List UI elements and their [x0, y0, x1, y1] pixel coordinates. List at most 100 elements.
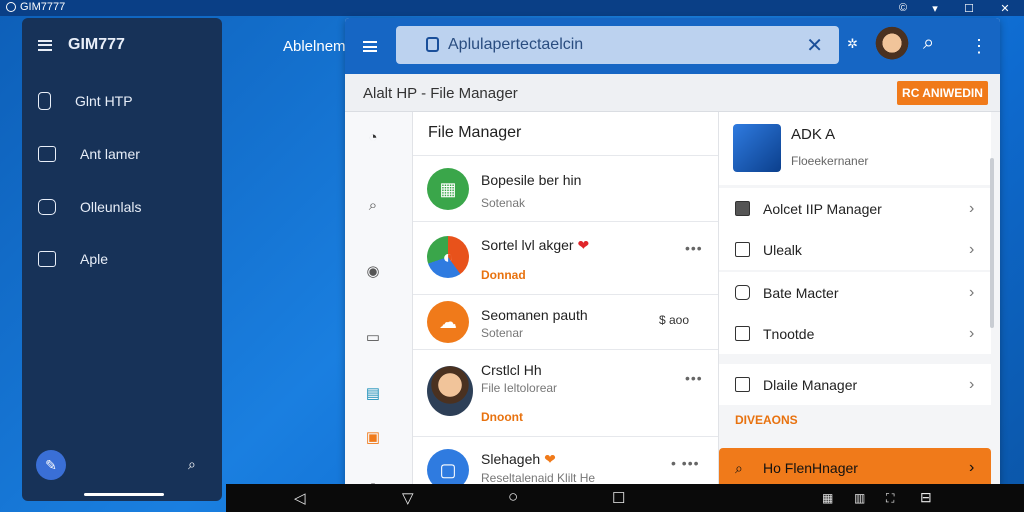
chart-icon[interactable]: ◔ [363, 128, 383, 146]
search-icon[interactable]: ⌕ [363, 196, 383, 214]
sidebar-item-label: Olleunlals [80, 199, 142, 215]
chevron-right-icon: › [969, 199, 975, 217]
minimize-button[interactable]: ▾ [918, 0, 952, 16]
item-subtitle: File Ieltolorear [481, 381, 558, 395]
price-label: $ aoo [659, 313, 690, 327]
home-indicator [84, 493, 164, 496]
more-icon[interactable]: ⋮ [970, 36, 988, 57]
mail-icon [38, 251, 56, 267]
window-title: Alalt HP - File Manager [363, 85, 518, 102]
chevron-right-icon: › [969, 459, 975, 476]
menu-icon[interactable] [363, 41, 377, 52]
sidebar-item-1[interactable]: Glnt HTP [38, 92, 133, 110]
item-title: Slehageh ❤ [481, 451, 556, 467]
home-button[interactable]: ○ [508, 487, 518, 507]
item-title: Sortel lvl akger ❤ [481, 237, 590, 253]
app-subtitle: Floeekernaner [791, 154, 869, 168]
sidebar-title: GIM777 [68, 36, 125, 53]
app-logo-icon [6, 2, 16, 12]
phone-icon [38, 92, 51, 110]
close-icon[interactable]: ✕ [806, 33, 823, 58]
navigation-bar: ◁ ▽ ○ ☐ ▦ ▥ ⛶ ⊟ [226, 484, 1024, 512]
menu-item-2[interactable]: Ulealk › [719, 229, 991, 270]
menu-item-label: Tnootde [763, 325, 815, 342]
recents-button[interactable]: ☐ [612, 489, 625, 507]
item-subtitle: Reseltalenaid Klilt He [481, 471, 596, 485]
dropdown-button[interactable]: ▽ [402, 489, 414, 507]
sidebar-item-label: Glnt HTP [75, 93, 133, 109]
app-bar: Aplulapertectaelcin ✕ ✲ ⌕ ⋮ [345, 18, 1000, 74]
heart-icon: ❤ [577, 237, 590, 253]
menu-item-4[interactable]: Tnootde › [719, 313, 991, 354]
app-card[interactable]: ADK A Floeekernaner [719, 112, 991, 185]
list-header: File Manager [428, 124, 522, 141]
browser-icon: ◐ [427, 236, 469, 278]
folder-icon [38, 199, 56, 215]
calendar-icon[interactable]: ▣ [363, 428, 383, 446]
menu-item-label: Ho FlenHnager [763, 460, 858, 476]
menu-icon[interactable] [38, 39, 52, 51]
more-icon[interactable]: ••• [685, 240, 703, 256]
os-title-label: GIM7777 [20, 1, 66, 13]
file-manager-window: Aplulapertectaelcin ✕ ✲ ⌕ ⋮ Alalt HP - F… [345, 18, 1000, 488]
document-icon[interactable]: ▭ [363, 328, 383, 346]
back-button[interactable]: ◁ [294, 489, 306, 507]
screenshot-icon[interactable]: ⛶ [886, 491, 894, 506]
app-icon [426, 37, 439, 52]
settings-icon[interactable]: © [886, 0, 920, 16]
menu-item-3[interactable]: Bate Macter › [719, 272, 991, 313]
cloud-icon: ☁ [427, 301, 469, 343]
avatar[interactable] [875, 26, 909, 64]
contacts-icon: ▦ [427, 168, 469, 210]
document-icon [735, 377, 750, 392]
list-item[interactable]: ▢ Slehageh ❤ Reseltalenaid Klilt He • ••… [413, 436, 718, 488]
sidebar-item-3[interactable]: Olleunlals [38, 199, 141, 215]
item-subtitle: Sotenar [481, 326, 524, 340]
shade-icon[interactable]: ▥ [854, 491, 865, 505]
sidebar-item-2[interactable]: Ant lamer [38, 146, 140, 162]
details-panel: ADK A Floeekernaner Aolcet IIP Manager ›… [718, 112, 1000, 488]
window-titlebar: Alalt HP - File Manager RC ANIWEDIN [345, 74, 1000, 112]
menu-item-label: Bate Macter [763, 284, 839, 301]
rotate-icon[interactable]: ⊟ [920, 489, 932, 506]
menu-item-5[interactable]: Dlaile Manager › [719, 364, 991, 405]
item-status: Dnoont [481, 410, 523, 424]
list-icon[interactable]: ▤ [363, 384, 383, 402]
more-icon[interactable]: ••• [685, 370, 703, 386]
item-title: Crstlcl Hh [481, 362, 542, 378]
item-title: Seomanen pauth [481, 307, 588, 323]
scrollbar[interactable] [990, 158, 994, 328]
heart-icon: ❤ [544, 451, 556, 467]
file-list: File Manager ▦ Bopesile ber hin Sotenak … [413, 112, 718, 488]
search-icon[interactable]: ⌕ [923, 32, 934, 55]
close-button[interactable]: ✕ [988, 0, 1022, 16]
menu-item-1[interactable]: Aolcet IIP Manager › [719, 188, 991, 229]
pin-icon[interactable]: ✲ [847, 36, 858, 52]
maximize-button[interactable]: ☐ [952, 0, 986, 16]
list-item[interactable]: ☁ Seomanen pauth Sotenar $ aoo [413, 294, 718, 349]
chevron-right-icon: › [969, 283, 975, 301]
item-title: Bopesile ber hin [481, 172, 582, 188]
os-title-bar: GIM7777 © ▾ ☐ ✕ [0, 0, 1024, 16]
search-input[interactable]: Aplulapertectaelcin [448, 36, 583, 54]
action-button[interactable]: RC ANIWEDIN [897, 81, 988, 105]
menu-item-label: Aolcet IIP Manager [763, 200, 882, 217]
pen-icon: ✎ [45, 456, 57, 473]
time-icon[interactable]: ◉ [363, 262, 383, 280]
overview-icon[interactable]: ▦ [822, 491, 833, 505]
sidebar-item-4[interactable]: Aple [38, 251, 108, 267]
link-icon [735, 242, 750, 257]
app-name: ADK A [791, 126, 836, 143]
search-icon[interactable]: ⌕ [188, 456, 196, 473]
more-icon[interactable]: • ••• [671, 455, 700, 471]
avatar [427, 366, 473, 416]
list-item[interactable]: ▦ Bopesile ber hin Sotenak [413, 155, 718, 221]
list-item[interactable]: Crstlcl Hh File Ieltolorear Dnoont ••• [413, 349, 718, 436]
compose-button[interactable]: ✎ [36, 450, 66, 480]
chevron-right-icon: › [969, 375, 975, 393]
item-subtitle: Donnad [481, 268, 526, 282]
list-item[interactable]: ◐ Sortel lvl akger ❤ Donnad ••• [413, 221, 718, 294]
camera-icon [735, 285, 750, 300]
highlighted-menu-item[interactable]: ⌕ Ho FlenHnager › [719, 448, 991, 488]
search-bar[interactable]: Aplulapertectaelcin ✕ [396, 26, 839, 64]
